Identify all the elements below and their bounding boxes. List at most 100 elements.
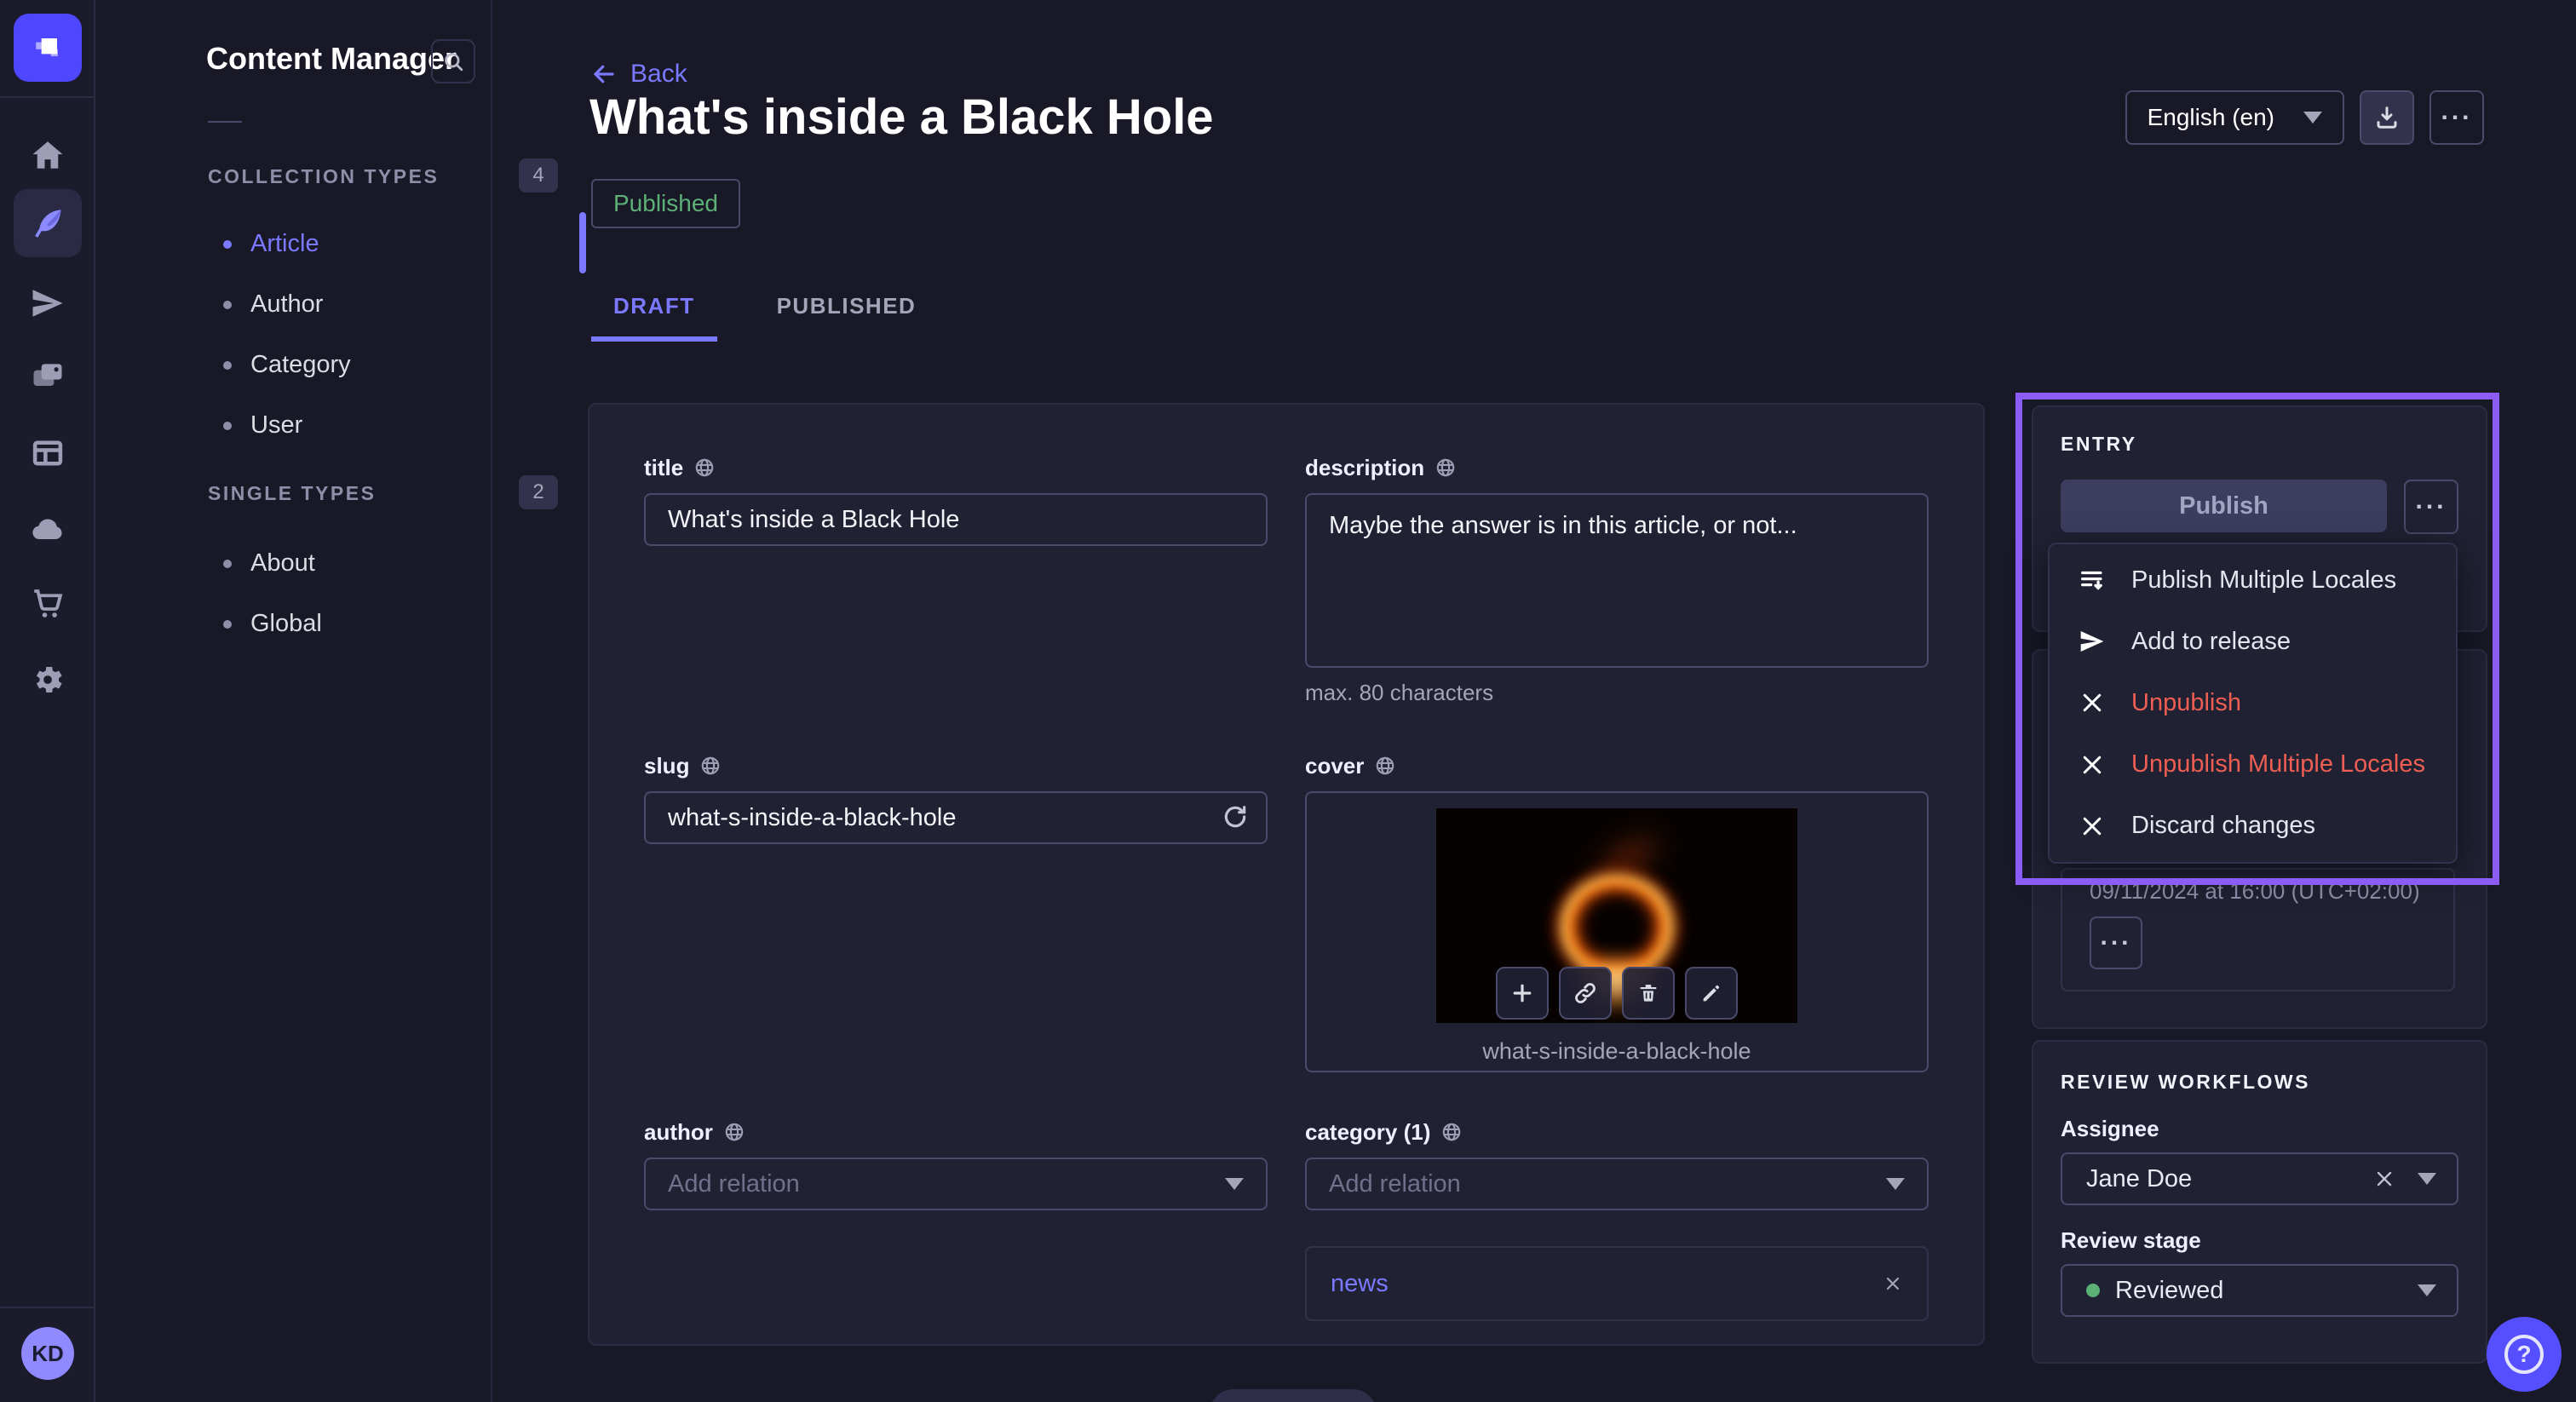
sidebar-item-author[interactable]: Author <box>223 290 323 319</box>
media-library-icon[interactable] <box>20 349 75 404</box>
rail-divider <box>0 96 95 98</box>
user-avatar[interactable]: KD <box>21 1327 74 1380</box>
tab-draft[interactable]: DRAFT <box>591 281 717 342</box>
review-workflows-panel: REVIEW WORKFLOWS Assignee Jane Doe Revie… <box>2032 1040 2487 1364</box>
cover-filename: what-s-inside-a-black-hole <box>1482 1038 1751 1065</box>
regenerate-slug-button[interactable] <box>1222 803 1249 835</box>
relation-link-news[interactable]: news <box>1331 1270 1389 1298</box>
sidebar-item-category[interactable]: Category <box>223 351 351 379</box>
globe-icon <box>1435 457 1457 479</box>
description-textarea[interactable]: Maybe the answer is in this article, or … <box>1305 493 1929 668</box>
add-media-button[interactable] <box>1496 967 1549 1020</box>
sidebar-divider <box>208 121 242 123</box>
copy-link-button[interactable] <box>1559 967 1612 1020</box>
edit-media-button[interactable] <box>1685 967 1738 1020</box>
cross-icon <box>2075 690 2109 715</box>
locale-select[interactable]: English (en) <box>2125 90 2344 145</box>
description-helper-text: max. 80 characters <box>1305 680 1929 706</box>
menu-item-label: Unpublish Multiple Locales <box>2131 750 2425 779</box>
stage-status-dot <box>2086 1284 2100 1297</box>
sidebar-item-article[interactable]: Article <box>223 230 319 258</box>
globe-icon <box>693 457 716 479</box>
author-placeholder: Add relation <box>668 1170 800 1198</box>
assignee-combobox[interactable]: Jane Doe <box>2061 1152 2458 1205</box>
review-stage-label: Review stage <box>2061 1227 2458 1254</box>
schedule-more-button[interactable]: ... <box>2090 916 2142 969</box>
author-field-label: author <box>644 1119 713 1146</box>
review-stage-combobox[interactable]: Reviewed <box>2061 1264 2458 1317</box>
menu-item-publish-multiple-locales[interactable]: Publish Multiple Locales <box>2050 550 2456 610</box>
export-button[interactable] <box>2360 90 2414 145</box>
field-author: author Add relation <box>644 1117 1268 1210</box>
assignee-value: Jane Doe <box>2086 1165 2373 1193</box>
settings-gear-icon[interactable] <box>20 652 75 707</box>
arrow-left-icon <box>591 61 617 87</box>
clear-assignee-button[interactable] <box>2373 1168 2395 1190</box>
title-input[interactable] <box>644 493 1268 546</box>
sidebar-item-label: Category <box>250 351 351 379</box>
slug-field-label: slug <box>644 753 689 779</box>
link-icon <box>1573 980 1598 1006</box>
category-relation-combobox[interactable]: Add relation <box>1305 1158 1929 1210</box>
globe-icon <box>1440 1121 1463 1143</box>
header-toolbar: English (en) ... <box>2125 90 2484 145</box>
field-slug: slug <box>644 750 1268 844</box>
sidebar-item-global[interactable]: Global <box>223 610 322 638</box>
menu-item-add-to-release[interactable]: Add to release <box>2050 612 2456 671</box>
slug-input[interactable] <box>644 791 1268 844</box>
article-form-panel: title description Maybe the answer is in… <box>588 403 1985 1346</box>
globe-icon <box>699 755 722 777</box>
globe-icon <box>1374 755 1396 777</box>
chevron-down-icon <box>1225 1178 1244 1190</box>
releases-icon[interactable] <box>20 276 75 330</box>
bullet-icon <box>223 301 232 309</box>
menu-item-discard-changes[interactable]: Discard changes <box>2050 796 2456 856</box>
chevron-down-icon <box>2303 112 2322 124</box>
bullet-icon <box>223 361 232 370</box>
strapi-logo-icon[interactable] <box>14 14 82 82</box>
plus-icon <box>1509 980 1535 1006</box>
bottom-cutoff-button[interactable] <box>1210 1389 1377 1402</box>
header-more-button[interactable]: ... <box>2429 90 2484 145</box>
scheduled-datetime: 09/11/2024 at 16:00 (UTC+02:00) <box>2090 878 2453 905</box>
sidebar-item-label: User <box>250 411 302 440</box>
menu-item-unpublish-multiple-locales[interactable]: Unpublish Multiple Locales <box>2050 735 2456 795</box>
category-placeholder: Add relation <box>1329 1170 1461 1198</box>
back-link[interactable]: Back <box>591 60 687 89</box>
remove-relation-icon[interactable] <box>1883 1273 1903 1294</box>
sidebar-item-label: Article <box>250 230 319 258</box>
x-icon <box>2373 1168 2395 1190</box>
cross-icon <box>2075 752 2109 778</box>
bullet-icon <box>223 240 232 249</box>
deploy-cloud-icon[interactable] <box>20 503 75 557</box>
version-tabs: DRAFT PUBLISHED <box>591 281 938 342</box>
field-title: title <box>644 452 1268 546</box>
review-workflows-heading: REVIEW WORKFLOWS <box>2061 1071 2458 1094</box>
delete-media-button[interactable] <box>1622 967 1675 1020</box>
marketplace-cart-icon[interactable] <box>20 576 75 630</box>
menu-item-label: Add to release <box>2131 628 2291 656</box>
sidebar-title: Content Manager <box>206 41 457 77</box>
nav-rail: KD <box>0 0 95 1402</box>
list-plus-icon <box>2075 566 2109 595</box>
sidebar-item-user[interactable]: User <box>223 411 302 440</box>
trash-icon <box>1636 981 1660 1005</box>
sidebar-item-about[interactable]: About <box>223 549 315 577</box>
content-manager-icon[interactable] <box>14 189 82 257</box>
home-icon[interactable] <box>20 128 75 182</box>
title-field-label: title <box>644 455 683 481</box>
globe-icon <box>723 1121 745 1143</box>
chevron-down-icon <box>1886 1178 1905 1190</box>
content-type-builder-icon[interactable] <box>20 426 75 480</box>
field-category: category (1) Add relation news <box>1305 1117 1929 1321</box>
author-relation-combobox[interactable]: Add relation <box>644 1158 1268 1210</box>
help-button[interactable]: ? <box>2487 1317 2562 1392</box>
publish-button[interactable]: Publish <box>2061 480 2387 532</box>
assignee-label: Assignee <box>2061 1116 2458 1142</box>
tab-published[interactable]: PUBLISHED <box>755 281 939 342</box>
menu-item-unpublish[interactable]: Unpublish <box>2050 673 2456 733</box>
search-button[interactable] <box>431 39 475 83</box>
entry-more-button[interactable]: ... <box>2404 480 2458 534</box>
collection-types-heading: COLLECTION TYPES <box>208 165 439 188</box>
cover-field-label: cover <box>1305 753 1364 779</box>
